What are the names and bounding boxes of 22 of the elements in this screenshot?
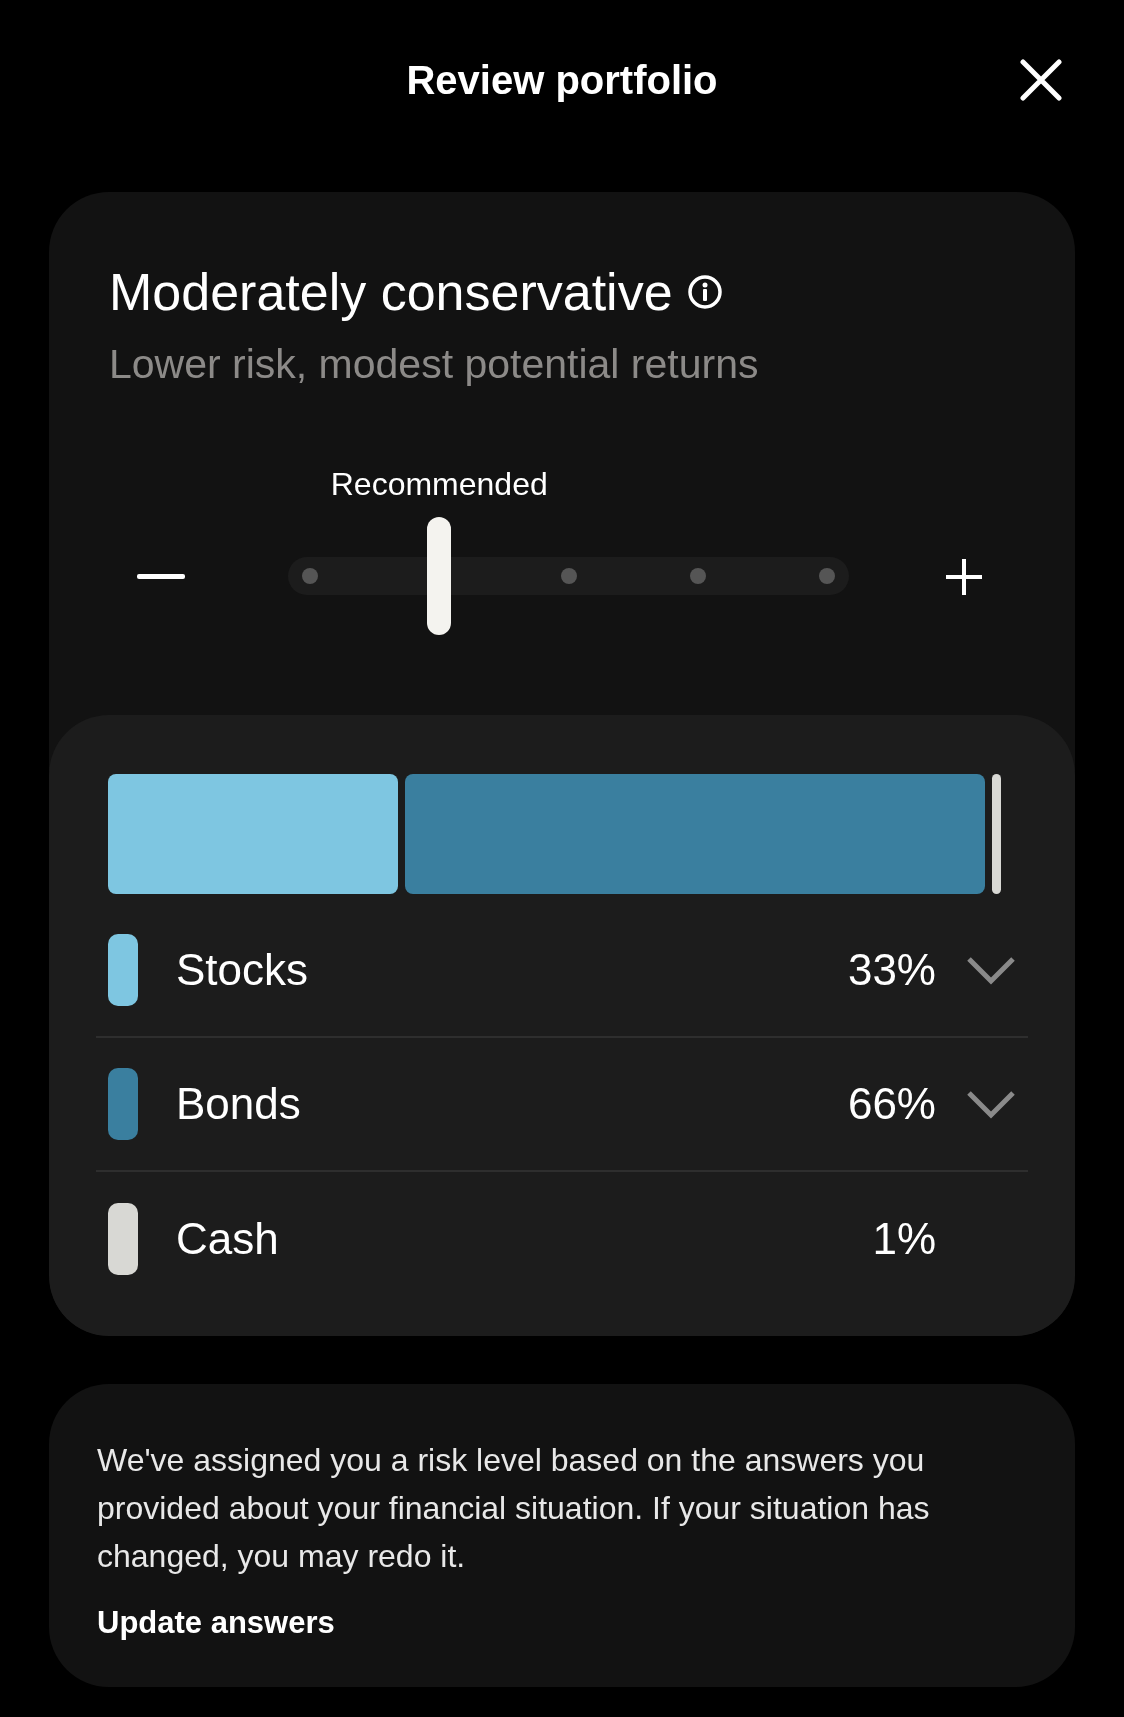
plus-icon[interactable] [944, 557, 984, 597]
chevron-down-icon[interactable] [966, 1089, 1016, 1119]
chevron-down-icon[interactable] [966, 955, 1016, 985]
slider-stop [689, 568, 706, 584]
asset-percent: 66% [847, 1078, 936, 1130]
asset-name: Stocks [176, 944, 310, 996]
risk-slider[interactable] [288, 517, 849, 635]
slider-thumb[interactable] [427, 517, 452, 635]
info-text: We've assigned you a risk level based on the answers you provided about your financial situation. If your situation has changed, you may redo it. [97, 1441, 931, 1576]
asset-percent: 1% [872, 1213, 936, 1265]
slider-stop [819, 568, 835, 584]
asset-percent: 33% [847, 944, 936, 996]
update-answers-link[interactable]: Update answers [97, 1600, 335, 1647]
close-icon [1020, 59, 1062, 101]
slider-stop [560, 568, 577, 584]
asset-name: Bonds [176, 1078, 302, 1130]
asset-name: Cash [176, 1213, 280, 1265]
info-icon[interactable] [686, 274, 723, 310]
slider-stop [302, 568, 318, 584]
screen-title: Review portfolio [406, 57, 718, 104]
recommended-label: Recommended [330, 465, 548, 504]
risk-description: Lower risk, modest potential returns [109, 344, 760, 385]
